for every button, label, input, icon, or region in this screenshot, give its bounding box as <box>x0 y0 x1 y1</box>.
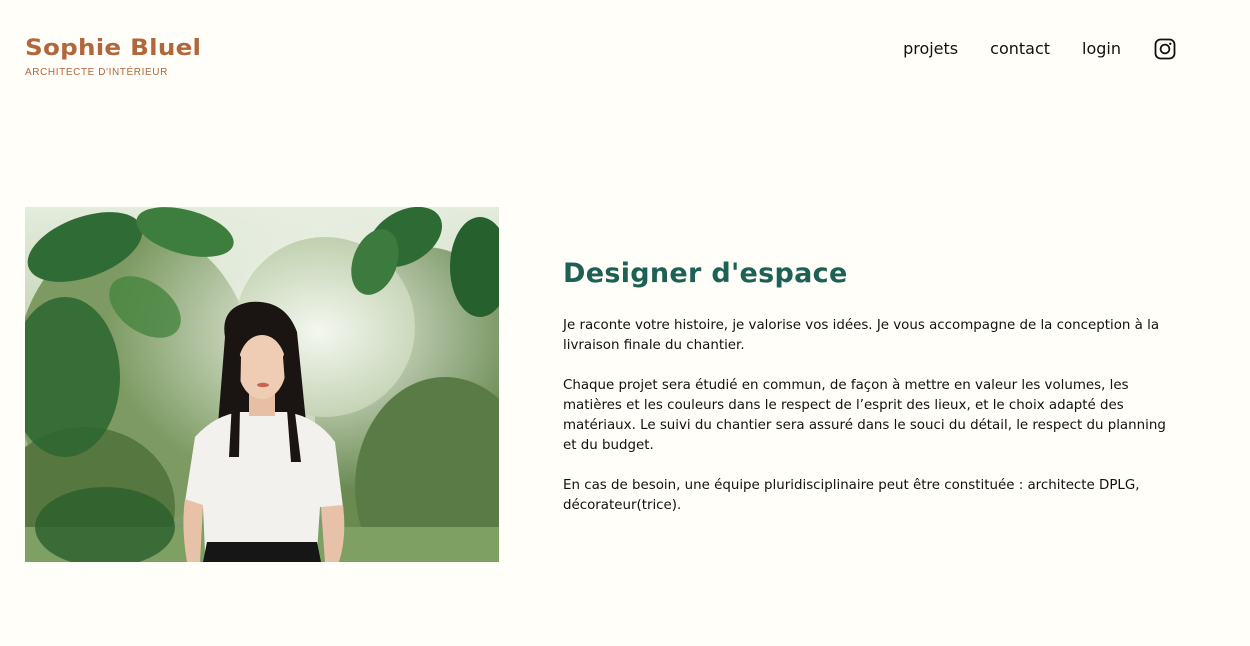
main-nav: projets contact login <box>903 36 1176 62</box>
site-header: Sophie Bluel ARCHITECTE D'INTÉRIEUR proj… <box>0 0 1250 110</box>
intro-paragraph: Je raconte votre histoire, je valorise v… <box>563 318 1160 353</box>
intro-paragraph: En cas de besoin, une équipe pluridiscip… <box>563 478 1140 513</box>
intro-text: Designer d'espace Je raconte votre histo… <box>563 257 1183 516</box>
portrait-photo <box>25 207 499 562</box>
section-title: Designer d'espace <box>563 258 848 289</box>
intro-paragraph: Chaque projet sera étudié en commun, de … <box>563 378 1166 453</box>
logo[interactable]: Sophie Bluel ARCHITECTE D'INTÉRIEUR <box>25 34 201 78</box>
logo-name: Sophie Bluel <box>25 36 202 61</box>
nav-projets[interactable]: projets <box>903 36 958 62</box>
nav-login[interactable]: login <box>1082 36 1121 62</box>
nav-contact[interactable]: contact <box>990 36 1050 62</box>
logo-subtitle: ARCHITECTE D'INTÉRIEUR <box>25 67 168 78</box>
instagram-icon[interactable] <box>1154 38 1176 60</box>
